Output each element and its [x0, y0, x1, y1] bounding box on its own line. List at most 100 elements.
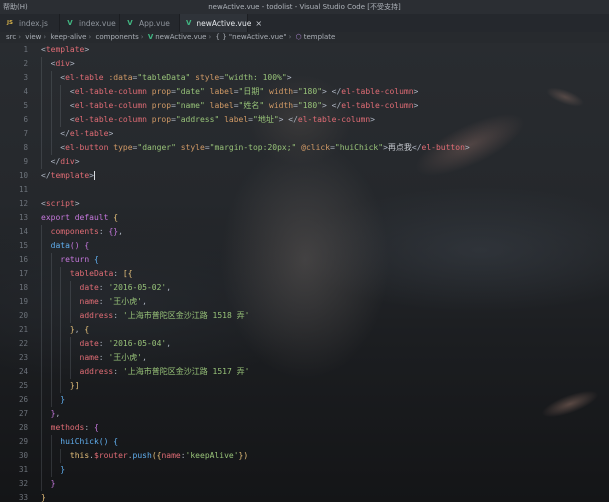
- breadcrumb-item[interactable]: src: [6, 33, 16, 41]
- code-token: >: [69, 59, 75, 68]
- vue-file-icon: V: [127, 19, 133, 27]
- code-text: }: [41, 463, 65, 477]
- code-line[interactable]: 16 return {: [0, 253, 609, 267]
- code-line[interactable]: 31 }: [0, 463, 609, 477]
- code-token: ,: [55, 409, 61, 418]
- code-text: <div>: [41, 57, 75, 71]
- code-line[interactable]: 4 <el-table-column prop="date" label="日期…: [0, 85, 609, 99]
- code-token: (): [98, 437, 109, 446]
- code-editor[interactable]: 1 <template> 2 <div> 3 <el-table :data="tab…: [0, 43, 609, 502]
- code-line[interactable]: 5 <el-table-column prop="name" label="姓名…: [0, 99, 609, 113]
- code-line[interactable]: 1 <template>: [0, 43, 609, 57]
- code-token: label: [204, 101, 234, 110]
- code-line[interactable]: 24 address: '上海市普陀区金沙江路 1517 弄': [0, 365, 609, 379]
- code-line[interactable]: 8 <el-button type="danger" style="margin…: [0, 141, 609, 155]
- code-token: }): [238, 451, 249, 460]
- code-line[interactable]: 25 }]: [0, 379, 609, 393]
- chevron-right-icon: ›: [88, 33, 92, 41]
- code-token: methods: [50, 423, 85, 432]
- code-token: type: [108, 143, 133, 152]
- code-line[interactable]: 33}: [0, 491, 609, 502]
- editor-tab[interactable]: V App.vue: [120, 14, 180, 32]
- code-token: >: [74, 199, 80, 208]
- code-line[interactable]: 18 date: '2016-05-02',: [0, 281, 609, 295]
- code-token: {: [84, 325, 90, 334]
- code-line[interactable]: 22 date: '2016-05-04',: [0, 337, 609, 351]
- vue-file-icon: V: [186, 19, 192, 27]
- code-token: :: [113, 367, 123, 376]
- code-line[interactable]: 29 huiChick() {: [0, 435, 609, 449]
- code-line[interactable]: 6 <el-table-column prop="address" label=…: [0, 113, 609, 127]
- code-line[interactable]: 3 <el-table :data="tableData" style="wid…: [0, 71, 609, 85]
- code-token: '上海市普陀区金沙江路 1517 弄': [122, 367, 250, 376]
- breadcrumb-item[interactable]: components: [96, 33, 139, 41]
- code-line[interactable]: 9 </div>: [0, 155, 609, 169]
- code-text: tableData: [{: [41, 267, 133, 281]
- code-token: $router: [94, 451, 128, 460]
- code-text: </template>: [41, 169, 95, 183]
- line-number: 21: [18, 325, 28, 334]
- code-token: prop: [146, 87, 172, 96]
- js-file-icon: JS: [6, 20, 13, 26]
- code-token: ,: [166, 283, 172, 292]
- breadcrumb-file[interactable]: newActive.vue: [155, 33, 206, 41]
- code-line[interactable]: 27 },: [0, 407, 609, 421]
- code-line[interactable]: 2 <div>: [0, 57, 609, 71]
- code-line[interactable]: 7 </el-table>: [0, 127, 609, 141]
- chevron-right-icon: ›: [43, 33, 47, 41]
- code-line[interactable]: 21 }, {: [0, 323, 609, 337]
- code-line[interactable]: 10 </template>: [0, 169, 609, 183]
- code-token: ,: [142, 297, 147, 306]
- code-line[interactable]: 11: [0, 183, 609, 197]
- code-token: >: [286, 73, 292, 82]
- code-line[interactable]: 19 name: '王小虎',: [0, 295, 609, 309]
- code-line[interactable]: 30 this.$router.push({name:'keepAlive'}): [0, 449, 609, 463]
- title-bar: 帮助(H) newActive.vue - todolist - Visual …: [0, 0, 609, 14]
- code-token: :: [98, 353, 109, 362]
- breadcrumb-item[interactable]: keep-alive: [50, 33, 86, 41]
- code-line[interactable]: 26 }: [0, 393, 609, 407]
- line-number: 2: [23, 59, 28, 68]
- code-line[interactable]: 17 tableData: [{: [0, 267, 609, 281]
- code-token: }: [50, 479, 56, 488]
- code-token: ,: [74, 325, 85, 334]
- tab-label: App.vue: [139, 18, 170, 28]
- close-icon[interactable]: ×: [255, 19, 262, 28]
- breadcrumb-symbol-template[interactable]: template: [304, 33, 336, 41]
- code-line[interactable]: 12 <script>: [0, 197, 609, 211]
- code-token: :: [113, 311, 123, 320]
- editor-tab[interactable]: JS index.js: [0, 14, 60, 32]
- code-text: }: [41, 393, 65, 407]
- code-token: name: [79, 297, 99, 306]
- code-token: "姓名": [238, 101, 265, 110]
- code-line[interactable]: 14 components: {},: [0, 225, 609, 239]
- code-token: >: [413, 101, 419, 110]
- code-text: }, {: [41, 323, 89, 337]
- code-token: :data: [103, 73, 133, 82]
- code-line[interactable]: 20 address: '上海市普陀区金沙江路 1518 弄': [0, 309, 609, 323]
- code-line[interactable]: 13 export default {: [0, 211, 609, 225]
- line-number: 5: [23, 101, 28, 110]
- code-token: {}: [108, 227, 119, 236]
- code-line[interactable]: 28 methods: {: [0, 421, 609, 435]
- editor-tab[interactable]: Vindex.vue: [60, 14, 120, 32]
- line-number: 12: [18, 199, 28, 208]
- code-text: date: '2016-05-04',: [41, 337, 172, 351]
- code-line[interactable]: 23 name: '王小虎',: [0, 351, 609, 365]
- code-token: div: [55, 59, 70, 68]
- code-token: </: [41, 171, 51, 180]
- code-token: prop: [146, 101, 172, 110]
- code-line[interactable]: 32 }: [0, 477, 609, 491]
- editor-tab[interactable]: VnewActive.vue ×: [180, 14, 262, 32]
- breadcrumb-item[interactable]: view: [25, 33, 41, 41]
- code-text: <el-table :data="tableData" style="width…: [41, 71, 292, 85]
- code-token: "margin-top:20px;": [209, 143, 297, 152]
- code-text: data() {: [41, 239, 90, 253]
- code-line[interactable]: 15 data() {: [0, 239, 609, 253]
- breadcrumb-symbol[interactable]: "newActive.vue": [229, 33, 287, 41]
